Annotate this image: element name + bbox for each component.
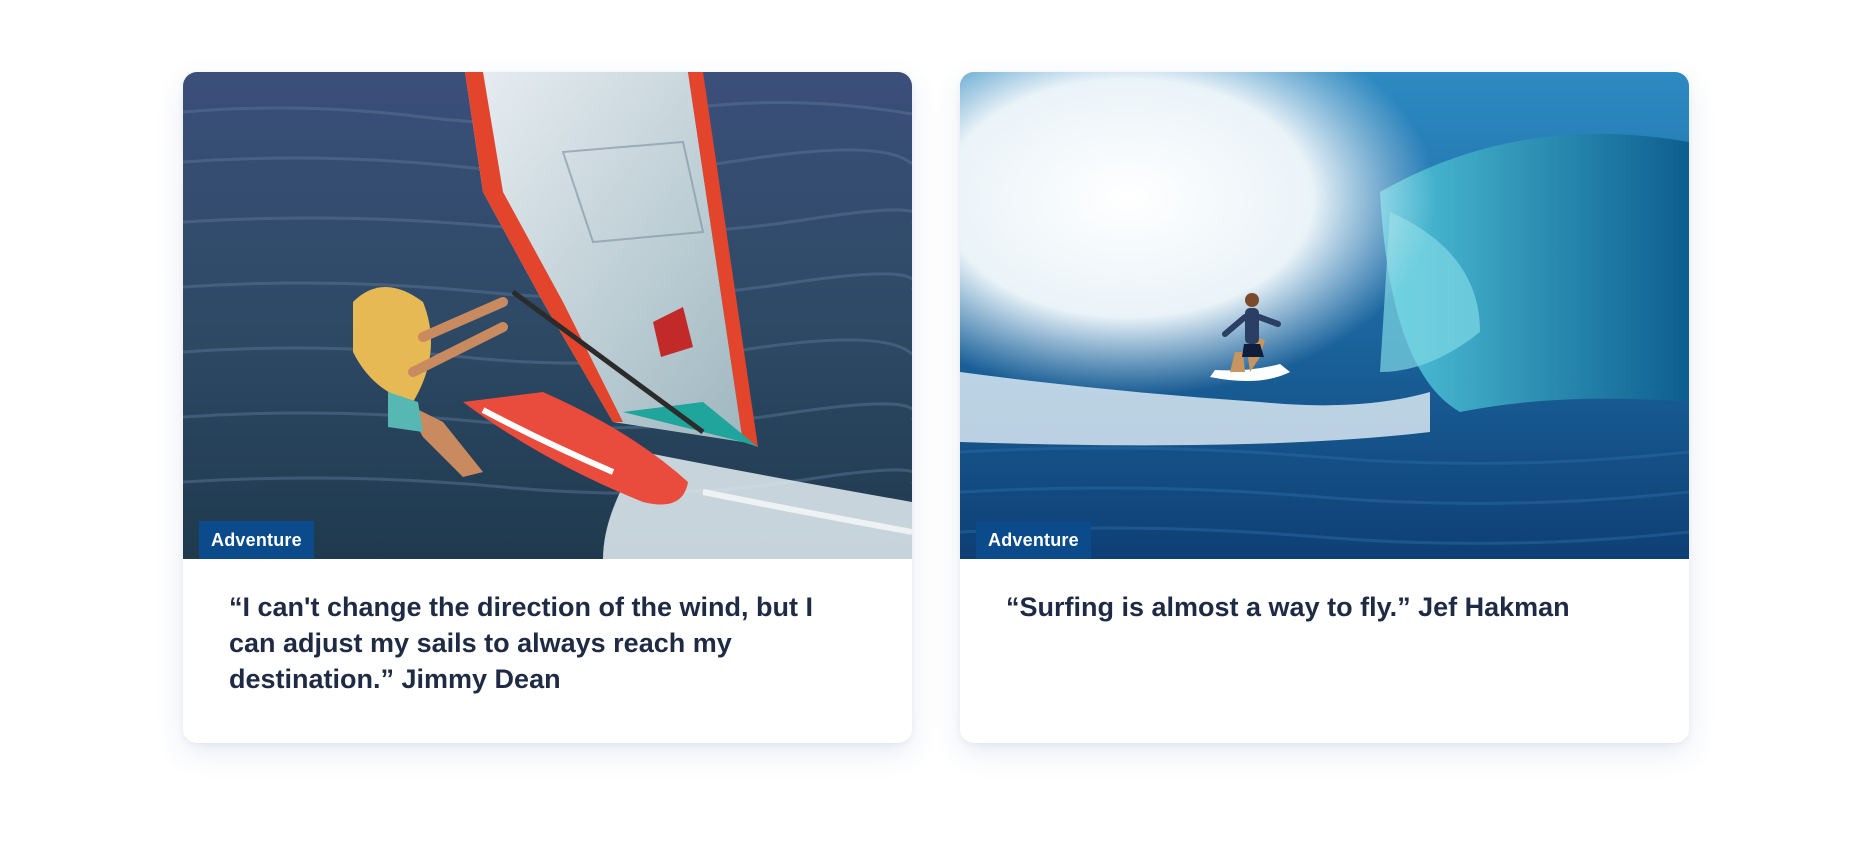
card-quote[interactable]: “Surfing is almost a way to fly.” Jef Ha… (1006, 589, 1643, 625)
card-image-surf[interactable]: Adventure (960, 72, 1689, 559)
category-badge[interactable]: Adventure (199, 521, 314, 559)
category-badge[interactable]: Adventure (976, 521, 1091, 559)
surfer-wave-photo (960, 72, 1689, 559)
card-image-windsurf[interactable]: Adventure (183, 72, 912, 559)
card-list: Adventure “I can't change the direction … (183, 72, 1689, 743)
card-quote[interactable]: “I can't change the direction of the win… (229, 589, 866, 697)
card-body: “I can't change the direction of the win… (183, 559, 912, 727)
article-card-surf[interactable]: Adventure “Surfing is almost a way to fl… (960, 72, 1689, 743)
card-body: “Surfing is almost a way to fly.” Jef Ha… (960, 559, 1689, 655)
windsurfer-photo (183, 72, 912, 559)
article-card-windsurf[interactable]: Adventure “I can't change the direction … (183, 72, 912, 743)
